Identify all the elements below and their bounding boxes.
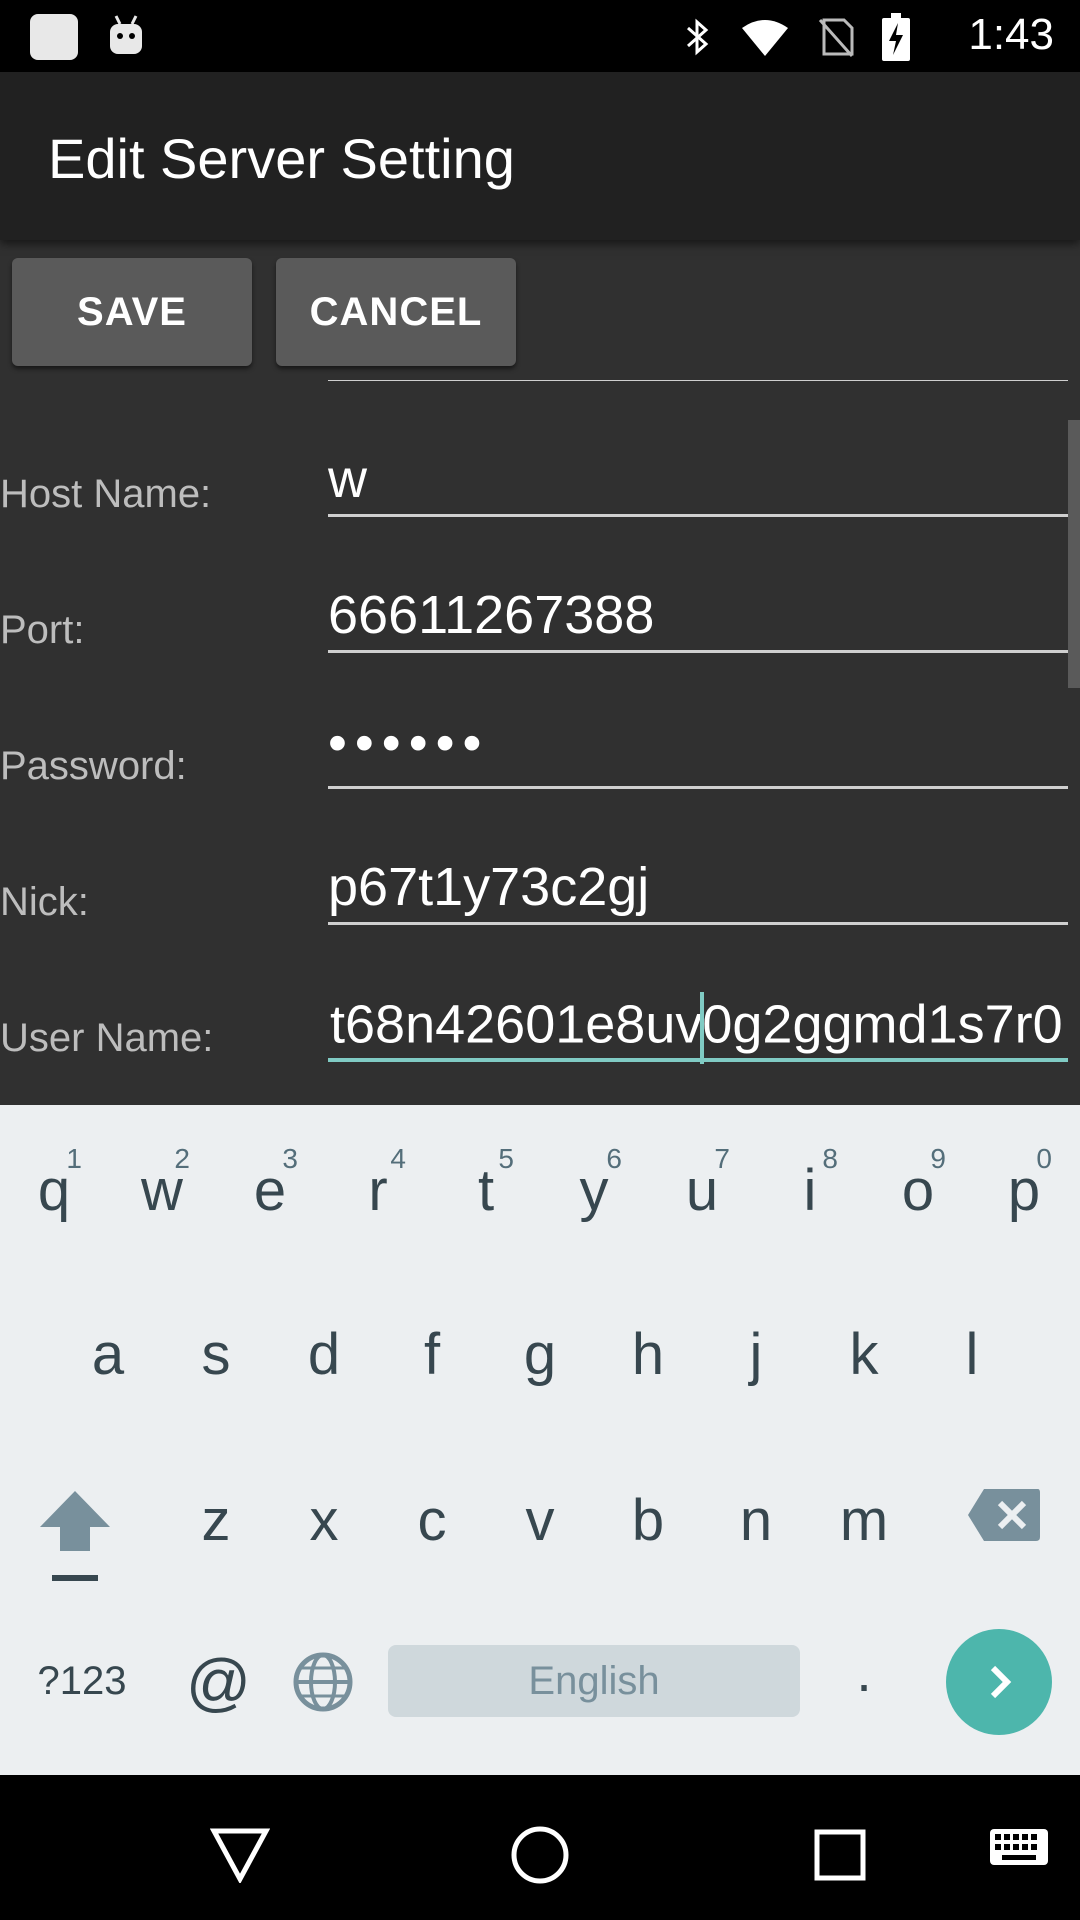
- user-name-text-after: 0g2ggmd1s7r0: [702, 994, 1063, 1055]
- cancel-button[interactable]: CANCEL: [276, 258, 516, 366]
- key-e[interactable]: e3: [246, 1143, 298, 1224]
- user-name-label: User Name:: [0, 1016, 214, 1060]
- key-a[interactable]: a: [84, 1321, 132, 1388]
- field-underline: [328, 514, 1068, 517]
- key-j[interactable]: j: [732, 1321, 780, 1388]
- user-name-input[interactable]: t68n42601e8uv0g2ggmd1s7r0: [330, 992, 1063, 1064]
- key-u[interactable]: u7: [678, 1143, 730, 1224]
- battery-charging-icon: [882, 13, 910, 61]
- key-l[interactable]: l: [948, 1321, 996, 1388]
- password-input[interactable]: ••••••: [328, 712, 489, 774]
- key-z[interactable]: z: [192, 1487, 240, 1554]
- field-underline-focused: [328, 1058, 1068, 1062]
- key-v[interactable]: v: [516, 1487, 564, 1554]
- user-name-text-before: t68n42601e8uv: [330, 994, 703, 1055]
- navigation-bar: [0, 1775, 1080, 1920]
- scrollbar[interactable]: [1068, 420, 1080, 688]
- key-g[interactable]: g: [516, 1321, 564, 1388]
- form-row-nick: Nick: p67t1y73c2gj: [0, 836, 1080, 972]
- nick-input[interactable]: p67t1y73c2gj: [328, 856, 649, 918]
- port-label: Port:: [0, 608, 85, 652]
- form-row-clipped: [0, 380, 1080, 428]
- soft-keyboard: q1 w2 e3 r4 t5 y6 u7 i8 o9 p0 a s d f g …: [0, 1105, 1080, 1775]
- form-row-user-name: User Name: t68n42601e8uv0g2ggmd1s7r0: [0, 972, 1080, 1105]
- save-button[interactable]: SAVE: [12, 258, 252, 366]
- shift-key-icon[interactable]: [38, 1487, 112, 1583]
- wifi-icon: [742, 20, 788, 56]
- at-key[interactable]: @: [186, 1645, 251, 1719]
- key-f[interactable]: f: [408, 1321, 456, 1388]
- page-title: Edit Server Setting: [48, 127, 515, 190]
- key-k[interactable]: k: [840, 1321, 888, 1388]
- field-underline: [328, 380, 1068, 381]
- backspace-icon[interactable]: [966, 1487, 1042, 1543]
- home-icon[interactable]: [510, 1825, 570, 1885]
- status-time: 1:43: [968, 10, 1054, 59]
- app-bar: Edit Server Setting: [0, 72, 1080, 240]
- key-c[interactable]: c: [408, 1487, 456, 1554]
- key-p[interactable]: p0: [1000, 1143, 1052, 1224]
- port-input[interactable]: 66611267388: [328, 584, 654, 646]
- bluetooth-icon: [687, 18, 709, 56]
- space-bar[interactable]: English: [388, 1645, 800, 1717]
- key-o[interactable]: o9: [894, 1143, 946, 1224]
- globe-icon[interactable]: [292, 1651, 354, 1713]
- key-x[interactable]: x: [300, 1487, 348, 1554]
- back-icon[interactable]: [210, 1827, 270, 1883]
- form-row-port: Port: 66611267388: [0, 564, 1080, 700]
- android-debug-icon: [110, 15, 142, 54]
- period-key[interactable]: .: [850, 1639, 878, 1704]
- host-name-input[interactable]: w: [328, 448, 367, 510]
- status-bar: 1:43: [0, 0, 1080, 72]
- no-sim-icon: [818, 18, 854, 57]
- enter-key[interactable]: [946, 1629, 1052, 1735]
- key-m[interactable]: m: [832, 1487, 896, 1554]
- key-w[interactable]: w2: [138, 1143, 190, 1224]
- server-settings-form: Host Name: w Port: 66611267388 Password:…: [0, 380, 1080, 1105]
- key-y[interactable]: y6: [570, 1143, 623, 1224]
- key-r[interactable]: r4: [354, 1143, 406, 1224]
- recents-icon[interactable]: [814, 1829, 866, 1881]
- symbols-key[interactable]: ?123: [34, 1659, 130, 1704]
- field-underline: [328, 650, 1068, 653]
- key-d[interactable]: d: [300, 1321, 348, 1388]
- form-row-host-name: Host Name: w: [0, 428, 1080, 564]
- notification-icon: [30, 14, 78, 60]
- field-underline: [328, 786, 1068, 789]
- nick-label: Nick:: [0, 880, 89, 924]
- form-row-password: Password: ••••••: [0, 700, 1080, 836]
- field-underline: [328, 922, 1068, 925]
- key-b[interactable]: b: [624, 1487, 672, 1554]
- key-q[interactable]: q1: [30, 1143, 82, 1224]
- keyboard-icon[interactable]: [988, 1827, 1050, 1873]
- key-t[interactable]: t5: [462, 1143, 514, 1224]
- key-h[interactable]: h: [624, 1321, 672, 1388]
- host-name-label: Host Name:: [0, 472, 212, 516]
- key-n[interactable]: n: [732, 1487, 780, 1554]
- key-s[interactable]: s: [192, 1321, 240, 1388]
- password-label: Password:: [0, 744, 187, 788]
- key-i[interactable]: i8: [786, 1143, 838, 1224]
- chevron-right-icon: [990, 1665, 1012, 1699]
